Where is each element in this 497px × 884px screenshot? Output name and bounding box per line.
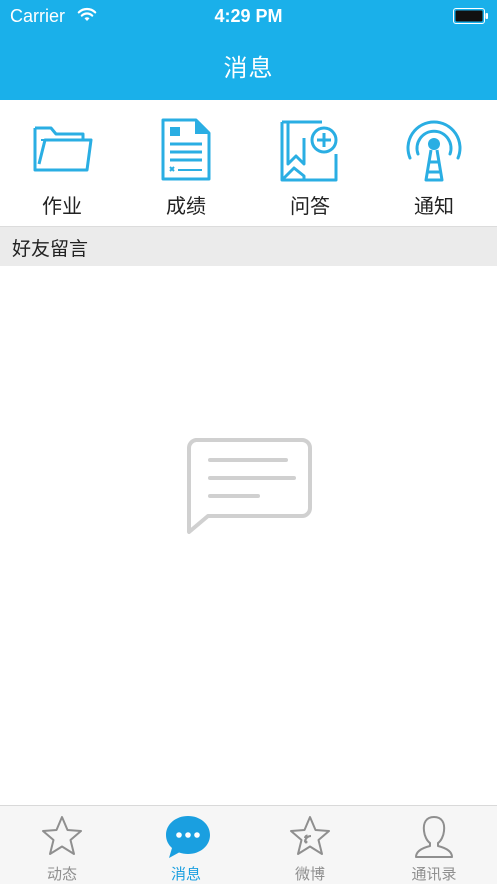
qa-button[interactable]: 问答 xyxy=(260,118,360,228)
tab-weibo[interactable]: 微博 xyxy=(248,806,372,884)
broadcast-tower-icon xyxy=(406,120,462,182)
message-bubble-icon xyxy=(186,438,312,538)
document-icon xyxy=(161,118,211,181)
folder-icon xyxy=(33,126,93,172)
homework-button[interactable]: 作业 xyxy=(12,118,112,228)
notice-label: 通知 xyxy=(414,194,454,218)
chat-bubble-icon xyxy=(166,816,210,858)
tab-contacts[interactable]: 通讯录 xyxy=(372,806,496,884)
bookmark-add-icon xyxy=(280,120,338,182)
tab-feed[interactable]: 动态 xyxy=(0,806,124,884)
homework-label: 作业 xyxy=(42,194,82,218)
contact-person-icon xyxy=(415,816,453,858)
clock: 4:29 PM xyxy=(214,6,283,26)
tab-feed-label: 动态 xyxy=(46,865,77,883)
quick-actions: 作业 成绩 问答 通知 xyxy=(0,100,497,225)
notice-button[interactable]: 通知 xyxy=(384,118,484,228)
tab-messages-label: 消息 xyxy=(170,865,201,883)
section-title: 好友留言 xyxy=(12,238,89,260)
weibo-star-icon xyxy=(290,816,330,855)
tab-bar: 动态 消息 微博 通讯录 xyxy=(0,805,497,884)
page-title: 消息 xyxy=(223,54,274,82)
grades-button[interactable]: 成绩 xyxy=(136,118,236,228)
section-header: 好友留言 xyxy=(0,226,497,266)
tab-contacts-label: 通讯录 xyxy=(411,865,457,883)
status-bar: Carrier 4:29 PM xyxy=(0,0,497,34)
tab-messages[interactable]: 消息 xyxy=(124,806,248,884)
grades-label: 成绩 xyxy=(166,194,206,218)
qa-label: 问答 xyxy=(290,194,330,218)
nav-header: Carrier 4:29 PM 消息 xyxy=(0,0,497,100)
tab-weibo-label: 微博 xyxy=(294,865,325,883)
star-icon xyxy=(42,816,82,855)
battery-icon xyxy=(453,8,488,24)
